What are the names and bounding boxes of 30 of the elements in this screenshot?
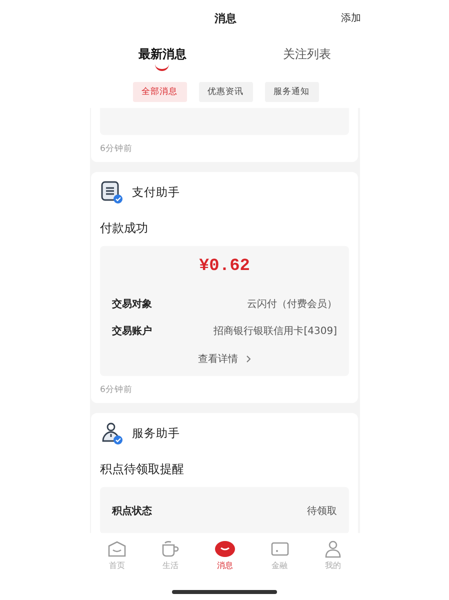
details-link[interactable]: 查看详情	[198, 352, 251, 366]
filter-chip[interactable]: 服务通知	[264, 82, 318, 102]
chevron-right-icon	[246, 355, 251, 363]
sender-name: 支付助手	[132, 184, 180, 200]
home-icon[interactable]	[106, 540, 127, 558]
add-button[interactable]: 添加	[341, 11, 361, 25]
chat-bubble-icon[interactable]	[214, 540, 236, 558]
filter-chip[interactable]: 全部消息	[132, 82, 186, 102]
field-value: 待领取	[307, 504, 337, 518]
field-value: 招商银行银联信用卡[4309]	[214, 324, 337, 338]
user-icon[interactable]	[323, 540, 344, 558]
page-title: 消息	[214, 10, 236, 26]
card-icon[interactable]	[270, 540, 290, 558]
tab[interactable]: 关注列表	[280, 44, 333, 73]
person-icon	[101, 421, 123, 445]
document-icon	[101, 180, 123, 204]
field-label: 积点状态	[112, 504, 152, 518]
nav-item[interactable]: 消息	[214, 540, 236, 570]
tab[interactable]: 最新消息	[136, 44, 188, 73]
cup-icon[interactable]	[160, 540, 180, 558]
filter-chip[interactable]: 优惠资讯	[198, 82, 252, 102]
amount: ¥0.62	[198, 257, 250, 276]
message-title: 付款成功	[100, 220, 149, 237]
timestamp: 6分钟前	[100, 143, 134, 155]
timestamp: 6分钟前	[100, 384, 134, 396]
field-label: 交易对象	[112, 297, 152, 310]
message-title: 积点待领取提醒	[100, 461, 185, 478]
field-value: 云闪付（付费会员）	[247, 298, 337, 310]
sender-name: 服务助手	[132, 426, 180, 440]
field-label: 交易账户	[112, 324, 152, 338]
